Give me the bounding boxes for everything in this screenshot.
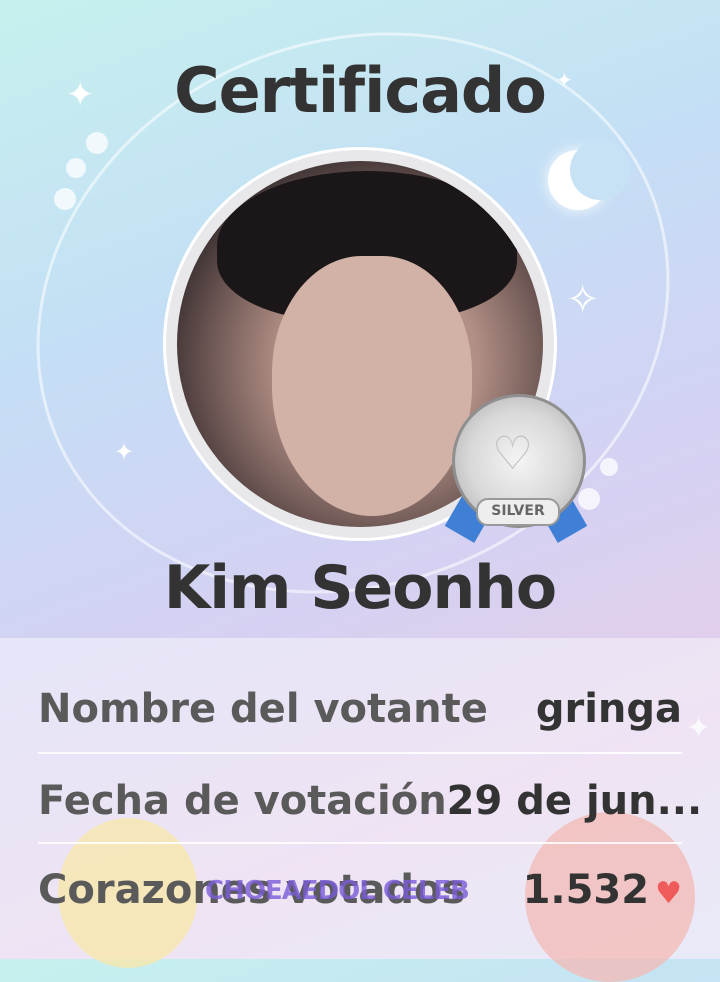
decor-dot [66, 158, 86, 178]
voter-name-label: Nombre del votante [38, 686, 488, 732]
avatar-face [272, 256, 472, 516]
voter-name-value: gringa [535, 686, 682, 732]
sparkle-icon: ✦ [114, 438, 135, 466]
decor-dot [54, 188, 76, 210]
watermark-logo: CHOEAEDOL CELEB [205, 876, 470, 906]
decor-dot [600, 458, 618, 476]
medal-tier-label: SILVER [476, 498, 560, 526]
vote-date-value: 29 de jun... [446, 778, 703, 824]
heart-icon: ♥ [655, 876, 682, 911]
sparkle-icon: ✧ [566, 277, 600, 323]
certificate-title: Certificado [174, 54, 547, 127]
moon-shadow [570, 140, 630, 200]
silver-medal-badge: ♡ SILVER [444, 392, 588, 544]
hearts-value-wrap: 1.532 ♥ [523, 867, 682, 913]
medal-heart-icon: ♡ [492, 426, 534, 480]
celebrity-name: Kim Seonho [163, 553, 557, 623]
decor-dot [86, 132, 108, 154]
voter-name-row: Nombre del votante gringa [38, 662, 682, 756]
hearts-value: 1.532 [522, 867, 650, 913]
vote-date-label: Fecha de votación [38, 778, 447, 824]
vote-date-row: Fecha de votación 29 de jun... [38, 754, 702, 848]
